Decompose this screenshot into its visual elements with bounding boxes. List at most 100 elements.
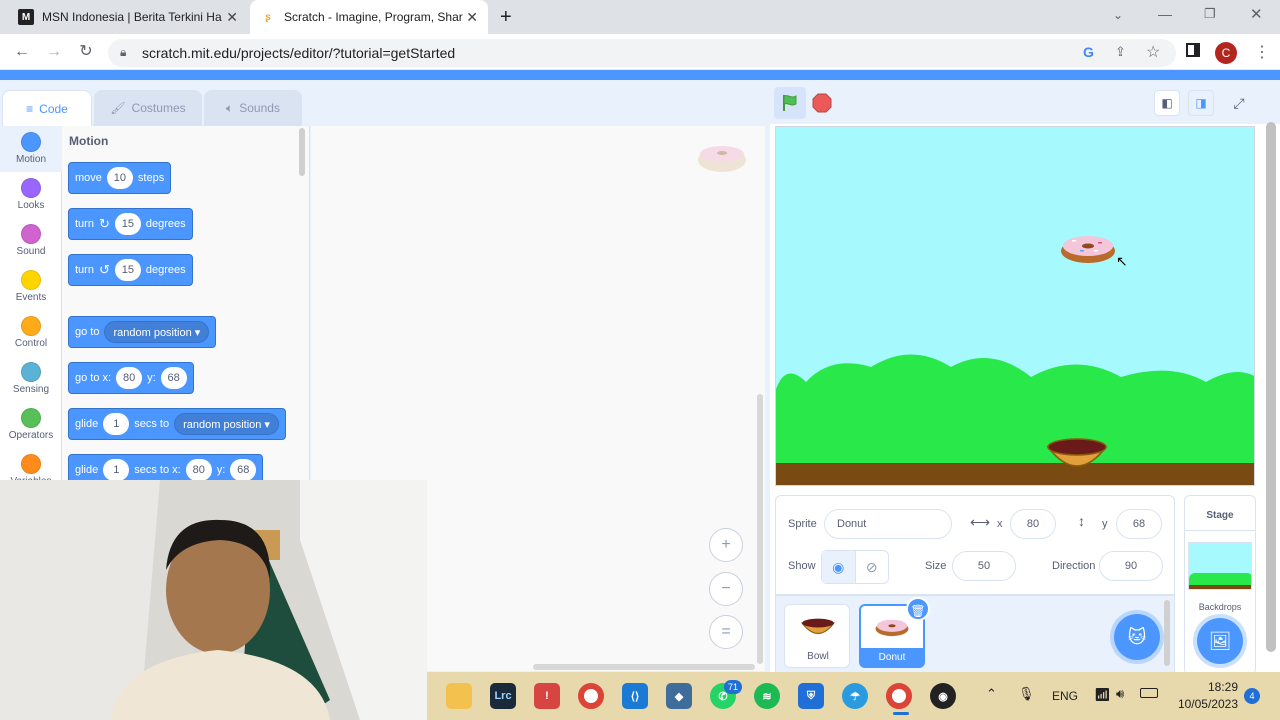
chrome-profile-icon[interactable] [886,683,912,709]
category-events[interactable]: Events [0,264,62,310]
target-dropdown[interactable]: random position ▾ [104,321,210,343]
zoom-out-button[interactable]: − [709,572,743,606]
alert-app-icon[interactable]: ! [534,683,560,709]
file-explorer-icon[interactable] [446,683,472,709]
close-tab-icon[interactable]: ✕ [466,9,478,26]
restore-icon[interactable]: ❐ [1204,6,1216,22]
y-input[interactable]: 68 [230,459,257,480]
secs-input[interactable]: 1 [103,413,130,435]
y-label: y [1102,518,1108,530]
donut-sprite[interactable] [1060,231,1116,265]
zoom-in-button[interactable]: + [709,528,743,562]
vscode-icon[interactable]: ⟨⟩ [622,683,648,709]
share-icon[interactable]: ⇪ [1115,44,1126,60]
weather-app-icon[interactable]: ☂ [842,683,868,709]
tab-msn[interactable]: M MSN Indonesia | Berita Terkini Ha ✕ [8,0,248,34]
lock-icon[interactable]: 🔒︎ [120,45,126,60]
close-window-icon[interactable]: ✕ [1250,5,1263,23]
tab-scratch[interactable]: ʂ Scratch - Imagine, Program, Shar ✕ [250,0,488,34]
clock-time[interactable]: 18:29 [1172,680,1238,694]
stop-button[interactable] [812,93,832,113]
tab-sounds[interactable]: 🔈︎ Sounds [204,90,302,126]
url-text[interactable]: scratch.mit.edu/projects/editor/?tutoria… [142,45,455,61]
add-sprite-button[interactable]: 🐱︎ [1114,614,1160,660]
y-input[interactable]: 68 [160,367,187,389]
tray-chevron-icon[interactable]: ⌃ [986,686,997,702]
back-icon[interactable]: ← [12,42,32,62]
forward-icon[interactable]: → [44,42,64,62]
virtualbox-icon[interactable]: ◆ [666,683,692,709]
block-go-to-xy[interactable]: go to x: 80 y: 68 [68,362,194,394]
block-go-to[interactable]: go to random position ▾ [68,316,217,348]
notification-badge[interactable]: 4 [1244,688,1260,704]
workspace-v-scrollbar[interactable] [757,394,763,664]
add-backdrop-button[interactable]: 🖼︎ [1197,618,1243,664]
page-scrollbar[interactable] [1266,122,1276,652]
show-eye-icon[interactable]: ◉ [822,551,856,583]
hide-eye-icon[interactable]: ⊘ [856,551,889,583]
wifi-icon[interactable]: 📶︎ [1094,687,1111,703]
block-turn-right[interactable]: turn ↻ 15 degrees [68,208,193,240]
browser-menu-icon[interactable]: ⋮ [1254,42,1270,62]
battery-icon[interactable] [1140,688,1158,698]
category-motion[interactable]: Motion [0,126,62,172]
size-input[interactable]: 50 [952,551,1016,581]
small-stage-button[interactable]: ◧ [1154,90,1180,116]
bowl-sprite[interactable] [1046,437,1108,475]
category-sensing[interactable]: Sensing [0,356,62,402]
y-input[interactable]: 68 [1116,509,1162,539]
bookmark-star-icon[interactable]: ☆ [1146,42,1160,62]
tab-code[interactable]: ≡ Code [2,90,92,126]
backdrop-thumbnail[interactable] [1188,542,1252,590]
secs-input[interactable]: 1 [103,459,130,480]
fullscreen-button[interactable]: ⤢ [1226,90,1252,116]
delete-sprite-icon[interactable]: 🗑︎ [906,597,930,621]
sprite-name-input[interactable]: Donut [824,509,952,539]
microphone-icon[interactable]: 🎙︎ [1018,686,1035,702]
obs-icon[interactable]: ◉ [930,683,956,709]
language-indicator[interactable]: ENG [1052,689,1078,703]
x-input[interactable]: 80 [185,459,212,480]
lightroom-icon[interactable]: Lrc [490,683,516,709]
tab-costumes[interactable]: 🖌︎ Costumes [94,90,202,126]
block-move-steps[interactable]: move 10 steps [68,162,172,194]
x-input[interactable]: 80 [116,367,143,389]
clock-date[interactable]: 10/05/2023 [1172,697,1238,711]
spotify-icon[interactable]: ≋ [754,683,780,709]
sprite-list-scrollbar[interactable] [1164,600,1170,666]
block-glide-to[interactable]: glide 1 secs to random position ▾ [68,408,286,440]
large-stage-button[interactable]: ◨ [1188,90,1214,116]
reload-icon[interactable]: ↻ [76,42,96,62]
close-tab-icon[interactable]: ✕ [226,9,238,26]
workspace-h-scrollbar[interactable] [533,664,755,670]
degrees-input[interactable]: 15 [114,213,141,235]
volume-icon[interactable]: 🔊︎ [1116,686,1124,702]
webcam-feed-image [0,480,427,720]
green-flag-button[interactable] [774,87,806,119]
x-input[interactable]: 80 [1010,509,1056,539]
sprite-tile-bowl[interactable]: Bowl [784,604,850,668]
palette-scrollbar[interactable] [299,128,305,176]
minimize-icon[interactable]: — [1158,6,1172,22]
new-tab-icon[interactable]: + [500,6,512,29]
defender-icon[interactable]: ⛨ [798,683,824,709]
target-dropdown[interactable]: random position ▾ [174,413,279,435]
profile-avatar[interactable]: C [1215,42,1237,64]
steps-input[interactable]: 10 [106,167,133,189]
side-panel-icon[interactable] [1186,43,1200,57]
donut-icon [1061,236,1115,263]
google-icon[interactable]: G [1083,44,1094,60]
category-looks[interactable]: Looks [0,172,62,218]
stage-canvas[interactable]: ↖ [775,126,1255,486]
stage-selector-panel[interactable]: Stage Backdrops 🖼︎ [1184,495,1256,675]
block-glide-to-xy[interactable]: glide 1 secs to x: 80 y: 68 [68,454,264,480]
tab-search-icon[interactable]: ⌄ [1113,8,1123,22]
degrees-input[interactable]: 15 [114,259,141,281]
chrome-icon[interactable] [578,683,604,709]
zoom-reset-button[interactable]: = [709,615,743,649]
block-turn-left[interactable]: turn ↺ 15 degrees [68,254,193,286]
direction-input[interactable]: 90 [1099,551,1163,581]
category-control[interactable]: Control [0,310,62,356]
category-sound[interactable]: Sound [0,218,62,264]
category-operators[interactable]: Operators [0,402,62,448]
